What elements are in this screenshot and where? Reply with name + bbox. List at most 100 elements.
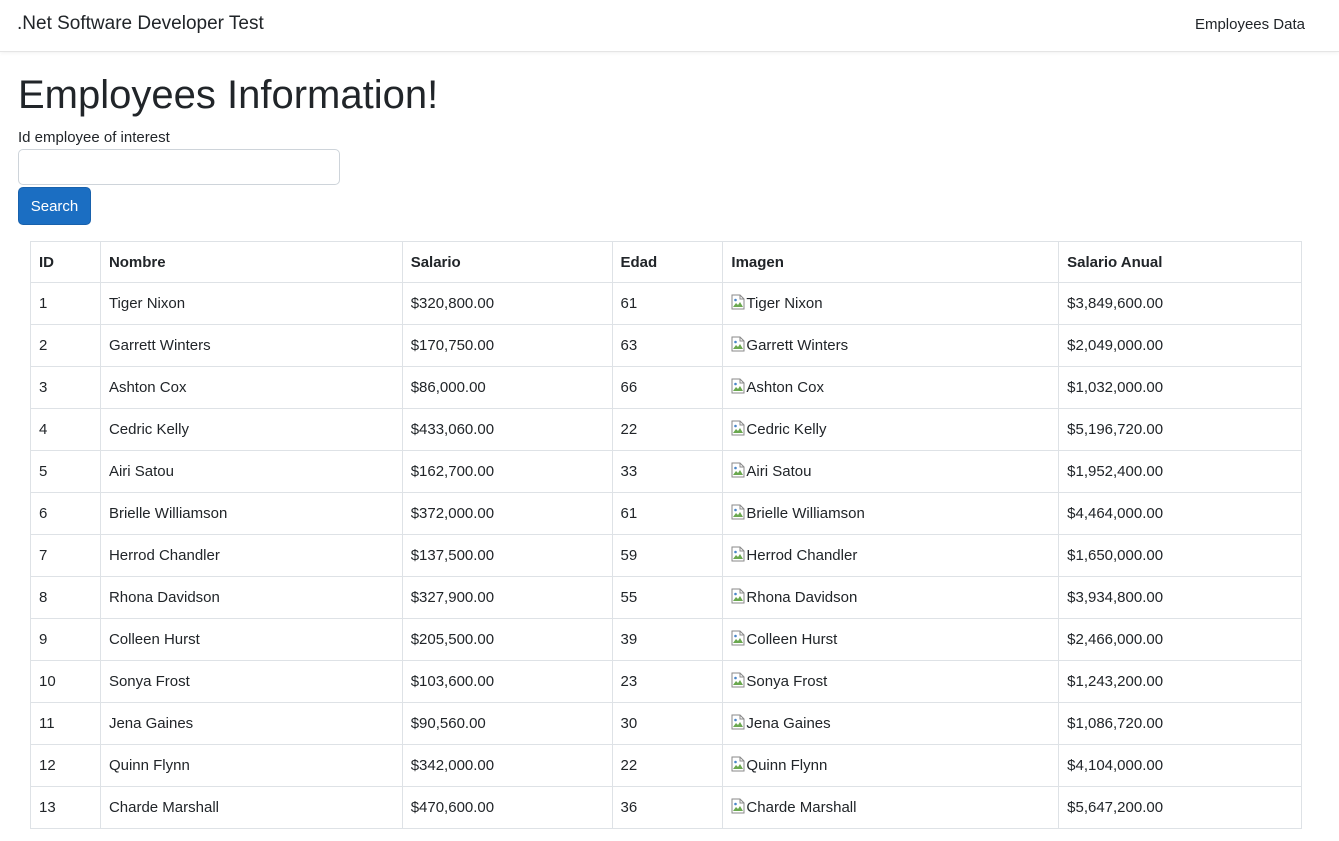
cell-salario-anual: $2,466,000.00 bbox=[1058, 618, 1302, 661]
cell-edad: 39 bbox=[611, 618, 724, 661]
cell-salario-anual: $4,104,000.00 bbox=[1058, 744, 1302, 787]
image-alt-text: Charde Marshall bbox=[746, 799, 857, 816]
broken-image-icon bbox=[731, 588, 745, 604]
brand-link[interactable]: .Net Software Developer Test bbox=[17, 13, 264, 35]
image-alt-text: Colleen Hurst bbox=[746, 631, 838, 648]
cell-salario: $162,700.00 bbox=[401, 450, 613, 493]
employee-image: Garrett Winters bbox=[731, 336, 849, 354]
table-row: 6 Brielle Williamson $372,000.00 61 Brielle … bbox=[30, 492, 1302, 535]
cell-salario: $90,560.00 bbox=[401, 702, 613, 745]
broken-image-icon bbox=[731, 504, 745, 520]
cell-imagen: Brielle Williamson bbox=[722, 492, 1060, 535]
broken-image-icon bbox=[731, 672, 745, 688]
cell-id: 12 bbox=[30, 744, 101, 787]
cell-id: 3 bbox=[30, 366, 101, 409]
cell-imagen: Tiger Nixon bbox=[722, 282, 1060, 325]
table-row: 10 Sonya Frost $103,600.00 23 Sonya Frost $1,… bbox=[30, 660, 1302, 703]
column-header-imagen: Imagen bbox=[722, 241, 1060, 283]
cell-edad: 63 bbox=[611, 324, 724, 367]
employees-table: ID Nombre Salario Edad Imagen Salario An… bbox=[30, 241, 1302, 829]
cell-imagen: Cedric Kelly bbox=[722, 408, 1060, 451]
image-alt-text: Airi Satou bbox=[746, 463, 812, 480]
cell-nombre: Airi Satou bbox=[99, 450, 403, 493]
cell-salario-anual: $2,049,000.00 bbox=[1058, 324, 1302, 367]
image-alt-text: Quinn Flynn bbox=[746, 757, 828, 774]
broken-image-icon bbox=[731, 546, 745, 562]
cell-imagen: Garrett Winters bbox=[722, 324, 1060, 367]
cell-edad: 33 bbox=[611, 450, 724, 493]
cell-imagen: Charde Marshall bbox=[722, 786, 1060, 829]
table-header-row: ID Nombre Salario Edad Imagen Salario An… bbox=[30, 241, 1302, 283]
table-row: 11 Jena Gaines $90,560.00 30 Jena Gaines $1,0… bbox=[30, 702, 1302, 745]
table-row: 13 Charde Marshall $470,600.00 36 Charde Mar… bbox=[30, 786, 1302, 829]
broken-image-icon bbox=[731, 714, 745, 730]
cell-id: 4 bbox=[30, 408, 101, 451]
cell-edad: 61 bbox=[611, 492, 724, 535]
cell-nombre: Herrod Chandler bbox=[99, 534, 403, 577]
cell-salario-anual: $1,952,400.00 bbox=[1058, 450, 1302, 493]
employee-id-input[interactable] bbox=[18, 149, 340, 185]
cell-imagen: Herrod Chandler bbox=[722, 534, 1060, 577]
cell-edad: 55 bbox=[611, 576, 724, 619]
employee-image: Brielle Williamson bbox=[731, 504, 865, 522]
nav-link-employees-data[interactable]: Employees Data bbox=[1195, 16, 1305, 33]
table-row: 12 Quinn Flynn $342,000.00 22 Quinn Flynn $4,… bbox=[30, 744, 1302, 787]
search-button[interactable]: Search bbox=[18, 187, 91, 225]
cell-salario: $205,500.00 bbox=[401, 618, 613, 661]
table-row: 8 Rhona Davidson $327,900.00 55 Rhona Davids… bbox=[30, 576, 1302, 619]
cell-salario: $103,600.00 bbox=[401, 660, 613, 703]
employee-image: Charde Marshall bbox=[731, 798, 857, 816]
cell-edad: 61 bbox=[611, 282, 724, 325]
image-alt-text: Tiger Nixon bbox=[746, 295, 823, 312]
table-row: 1 Tiger Nixon $320,800.00 61 Tiger Nixon $3,8… bbox=[30, 282, 1302, 325]
cell-edad: 22 bbox=[611, 744, 724, 787]
image-alt-text: Ashton Cox bbox=[746, 379, 824, 396]
cell-salario: $327,900.00 bbox=[401, 576, 613, 619]
cell-nombre: Rhona Davidson bbox=[99, 576, 403, 619]
cell-edad: 30 bbox=[611, 702, 724, 745]
cell-imagen: Jena Gaines bbox=[722, 702, 1060, 745]
broken-image-icon bbox=[731, 630, 745, 646]
employee-image: Jena Gaines bbox=[731, 714, 831, 732]
cell-salario: $86,000.00 bbox=[401, 366, 613, 409]
cell-imagen: Rhona Davidson bbox=[722, 576, 1060, 619]
broken-image-icon bbox=[731, 378, 745, 394]
cell-edad: 22 bbox=[611, 408, 724, 451]
image-alt-text: Herrod Chandler bbox=[746, 547, 858, 564]
cell-nombre: Ashton Cox bbox=[99, 366, 403, 409]
page-title: Employees Information! bbox=[18, 73, 439, 117]
cell-nombre: Colleen Hurst bbox=[99, 618, 403, 661]
cell-id: 5 bbox=[30, 450, 101, 493]
column-header-id: ID bbox=[30, 241, 101, 283]
cell-salario: $470,600.00 bbox=[401, 786, 613, 829]
image-alt-text: Brielle Williamson bbox=[746, 505, 865, 522]
image-alt-text: Garrett Winters bbox=[746, 337, 849, 354]
cell-nombre: Sonya Frost bbox=[99, 660, 403, 703]
employee-image: Cedric Kelly bbox=[731, 420, 827, 438]
cell-salario-anual: $4,464,000.00 bbox=[1058, 492, 1302, 535]
image-alt-text: Rhona Davidson bbox=[746, 589, 858, 606]
cell-imagen: Ashton Cox bbox=[722, 366, 1060, 409]
employee-image: Sonya Frost bbox=[731, 672, 827, 690]
broken-image-icon bbox=[731, 462, 745, 478]
navbar: .Net Software Developer Test Employees D… bbox=[0, 0, 1339, 52]
cell-salario: $137,500.00 bbox=[401, 534, 613, 577]
cell-nombre: Charde Marshall bbox=[99, 786, 403, 829]
cell-salario: $320,800.00 bbox=[401, 282, 613, 325]
cell-edad: 66 bbox=[611, 366, 724, 409]
column-header-salario-anual: Salario Anual bbox=[1058, 241, 1302, 283]
cell-id: 7 bbox=[30, 534, 101, 577]
image-alt-text: Cedric Kelly bbox=[746, 421, 827, 438]
image-alt-text: Jena Gaines bbox=[746, 715, 831, 732]
cell-imagen: Airi Satou bbox=[722, 450, 1060, 493]
id-input-label: Id employee of interest bbox=[18, 129, 170, 146]
employee-image: Tiger Nixon bbox=[731, 294, 823, 312]
cell-id: 13 bbox=[30, 786, 101, 829]
cell-nombre: Quinn Flynn bbox=[99, 744, 403, 787]
column-header-edad: Edad bbox=[611, 241, 724, 283]
cell-edad: 23 bbox=[611, 660, 724, 703]
cell-imagen: Colleen Hurst bbox=[722, 618, 1060, 661]
broken-image-icon bbox=[731, 798, 745, 814]
cell-salario: $433,060.00 bbox=[401, 408, 613, 451]
cell-salario-anual: $1,650,000.00 bbox=[1058, 534, 1302, 577]
